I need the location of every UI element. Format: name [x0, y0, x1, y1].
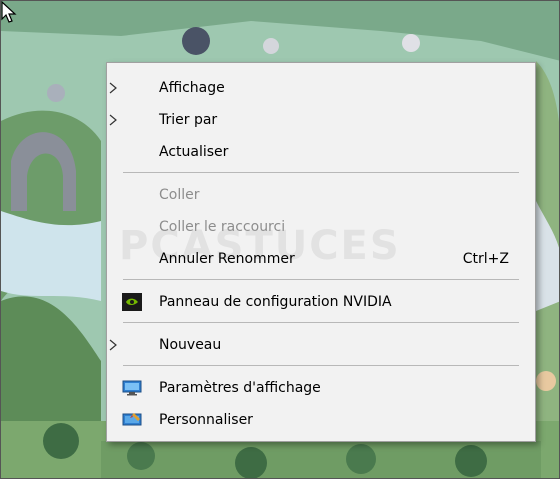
- menu-item-label: Trier par: [159, 112, 218, 128]
- menu-item-nvidia[interactable]: Panneau de configuration NVIDIA: [107, 287, 535, 317]
- chevron-right-icon: [109, 339, 117, 351]
- menu-separator: [123, 172, 519, 173]
- shortcut-label: Ctrl+Z: [462, 251, 509, 267]
- context-menu: Affichage Trier par Actualiser Coller Co…: [106, 62, 536, 442]
- menu-separator: [123, 322, 519, 323]
- chevron-right-icon: [109, 114, 117, 126]
- menu-item-label: Personnaliser: [159, 412, 253, 428]
- menu-item-label: Annuler Renommer: [159, 251, 295, 267]
- menu-item-trier-par[interactable]: Trier par: [107, 105, 535, 135]
- chevron-right-icon: [109, 82, 117, 94]
- menu-item-label: Actualiser: [159, 144, 229, 160]
- menu-separator: [123, 365, 519, 366]
- menu-item-personnaliser[interactable]: Personnaliser: [107, 405, 535, 435]
- menu-item-annuler-renommer[interactable]: Annuler Renommer Ctrl+Z: [107, 244, 535, 274]
- menu-item-actualiser[interactable]: Actualiser: [107, 137, 535, 167]
- menu-item-nouveau[interactable]: Nouveau: [107, 330, 535, 360]
- personalize-icon: [122, 413, 142, 426]
- menu-item-label: Panneau de configuration NVIDIA: [159, 294, 392, 310]
- desktop-wallpaper[interactable]: Affichage Trier par Actualiser Coller Co…: [0, 0, 560, 479]
- menu-item-affichage[interactable]: Affichage: [107, 73, 535, 103]
- menu-separator: [123, 279, 519, 280]
- display-settings-icon: [122, 380, 142, 396]
- menu-item-label: Paramètres d'affichage: [159, 380, 321, 396]
- menu-item-label: Affichage: [159, 80, 225, 96]
- menu-item-coller[interactable]: Coller: [107, 180, 535, 210]
- nvidia-icon: [122, 293, 142, 311]
- menu-item-parametres-affichage[interactable]: Paramètres d'affichage: [107, 373, 535, 403]
- menu-item-label: Nouveau: [159, 337, 222, 353]
- menu-item-label: Coller: [159, 187, 200, 203]
- mouse-cursor-icon: [1, 1, 17, 23]
